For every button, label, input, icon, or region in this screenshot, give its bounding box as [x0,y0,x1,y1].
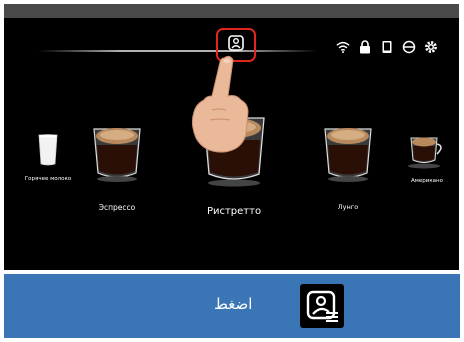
status-bar [336,38,438,56]
drink-label: Эспрессо [98,203,136,212]
tutorial-frame: Горячее молоко Эспрессо Ристретто Лунго … [0,0,464,342]
pointing-hand-icon [186,50,256,155]
drink-hot-milk[interactable]: Горячее молоко [18,134,78,182]
top-bezel [4,4,459,18]
instruction-banner: اضغط [4,274,460,338]
drink-americano[interactable]: Американо [399,134,455,184]
milk-glass-icon [37,134,59,170]
wifi-icon [336,40,350,54]
drink-label: Американо [410,178,443,184]
gear-icon[interactable] [424,40,438,54]
lungo-cup-icon [322,123,374,191]
drink-espresso[interactable]: Эспрессо [87,123,147,212]
disconnect-icon[interactable] [402,40,416,54]
americano-cup-icon [407,134,447,174]
press-label: اضغط [214,295,253,313]
drink-label: Горячее молоко [24,176,72,182]
tablet-icon[interactable] [380,40,394,54]
drink-label: Лунго [337,203,359,211]
espresso-cup-icon [91,123,143,191]
lock-icon[interactable] [358,40,372,54]
carousel-indicator-line [38,50,318,52]
profile-card-icon [300,284,344,328]
drink-lungo[interactable]: Лунго [318,123,378,211]
drink-label: Ристретто [206,206,262,217]
coffee-machine-screen: Горячее молоко Эспрессо Ристретто Лунго … [4,4,459,270]
